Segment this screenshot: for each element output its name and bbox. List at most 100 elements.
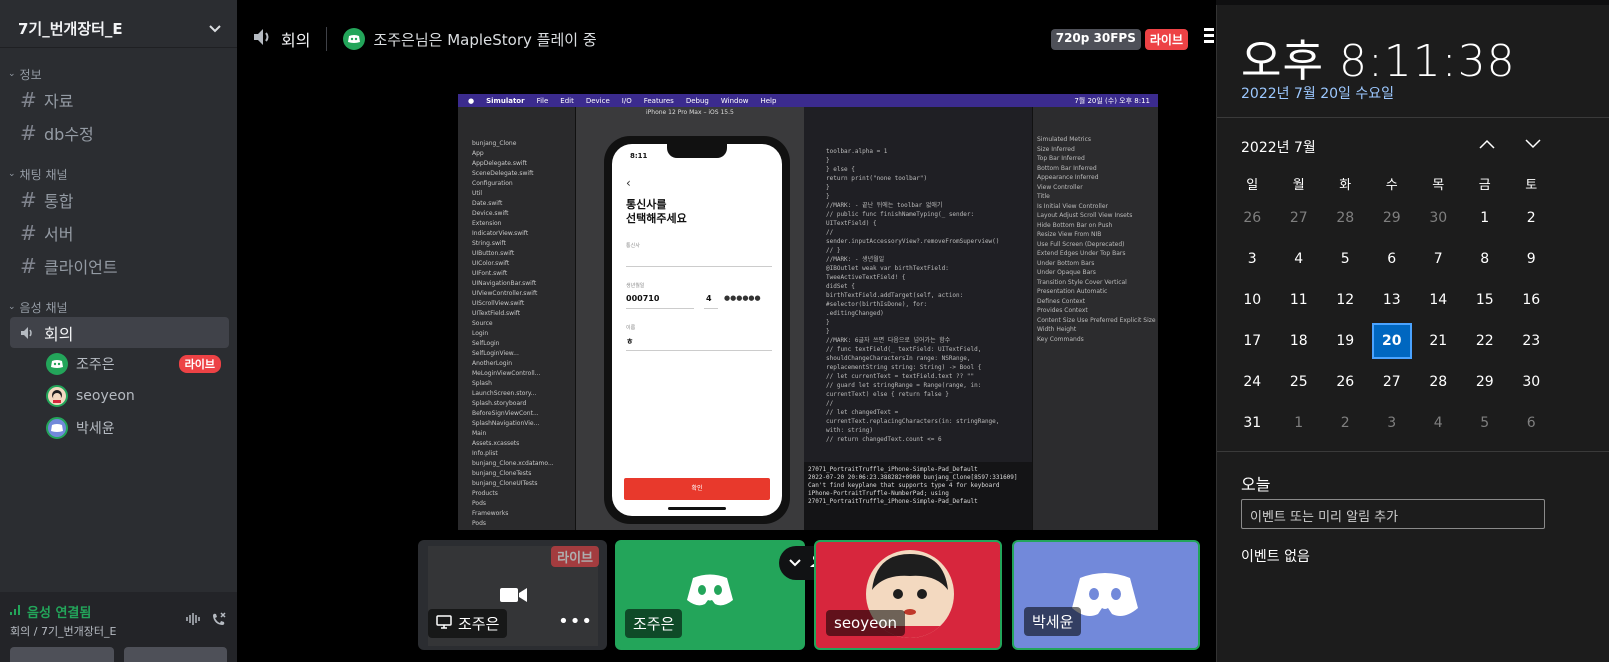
noise-suppression-icon[interactable]: [185, 612, 201, 630]
calendar-day[interactable]: 1: [1462, 197, 1509, 238]
calendar-day[interactable]: 14: [1415, 279, 1462, 320]
voice-status[interactable]: 음성 연결됨: [10, 602, 117, 621]
inspector-line: Layout Adjust Scroll View Insets: [1037, 212, 1133, 219]
calendar-day[interactable]: 9: [1508, 238, 1555, 279]
name-underline: [626, 350, 772, 351]
disconnect-icon[interactable]: [211, 611, 227, 630]
chevron-down-icon[interactable]: [209, 21, 221, 37]
navigator-item: UINavigationBar.swift: [472, 280, 537, 287]
calendar-day[interactable]: 23: [1508, 320, 1555, 361]
live-badge: 라이브: [551, 546, 599, 567]
calendar-day[interactable]: 27: [1276, 197, 1323, 238]
month-title[interactable]: 2022년 7월: [1241, 137, 1316, 157]
participant-tile-stream[interactable]: 라이브 조주은 •••: [418, 540, 607, 650]
calendar-day[interactable]: 18: [1276, 320, 1323, 361]
calendar-day[interactable]: 17: [1229, 320, 1276, 361]
video-button[interactable]: [10, 647, 114, 662]
calendar-day[interactable]: 15: [1462, 279, 1509, 320]
calendar-day[interactable]: 11: [1276, 279, 1323, 320]
voice-user-0[interactable]: 조주은 라이브: [46, 348, 237, 380]
calendar-week: 3456789: [1229, 238, 1601, 279]
next-month-icon[interactable]: [1525, 133, 1541, 154]
add-event-input[interactable]: 이벤트 또는 미리 알림 추가: [1241, 499, 1545, 529]
calendar-day[interactable]: 2: [1508, 197, 1555, 238]
code-line: // return changedText.count <= 6: [826, 436, 942, 443]
calendar-day[interactable]: 31: [1229, 402, 1276, 443]
calendar-day[interactable]: 4: [1415, 402, 1462, 443]
calendar-day[interactable]: 8: [1462, 238, 1509, 279]
navigator-item: Assets.xcassets: [472, 440, 520, 447]
screen-share-button[interactable]: [123, 647, 227, 662]
calendar-day[interactable]: 27: [1369, 361, 1416, 402]
calendar-day[interactable]: 30: [1415, 197, 1462, 238]
clock-date-link[interactable]: 2022년 7월 20일 수요일: [1241, 83, 1394, 103]
carrier-underline: [626, 266, 772, 267]
category-chat[interactable]: ⌄ 채팅 채널: [0, 166, 237, 182]
navigator-item: Extension: [472, 220, 502, 227]
no-events-text: 이벤트 없음: [1241, 549, 1310, 565]
calendar-day[interactable]: 21: [1415, 320, 1462, 361]
calendar-day[interactable]: 28: [1415, 361, 1462, 402]
navigator-item: SplashNavigationVie...: [472, 420, 540, 427]
simulator-title: iPhone 12 Pro Max – iOS 15.5: [646, 109, 734, 116]
more-icon[interactable]: •••: [558, 611, 593, 632]
category-info[interactable]: ⌄ 정보: [0, 66, 237, 82]
calendar-day[interactable]: 26: [1229, 197, 1276, 238]
calendar-day[interactable]: 16: [1508, 279, 1555, 320]
participant-tile-2[interactable]: seoyeon: [814, 540, 1002, 650]
calendar-day[interactable]: 7: [1415, 238, 1462, 279]
calendar-day[interactable]: 5: [1462, 402, 1509, 443]
previous-month-icon[interactable]: [1479, 133, 1495, 154]
name-label: 이름: [626, 325, 636, 331]
calendar-day[interactable]: 5: [1322, 238, 1369, 279]
inspector-line: Defines Context: [1037, 297, 1086, 305]
navigator-item: IndicatorView.swift: [472, 230, 529, 237]
channel-item-1[interactable]: # db수정: [10, 117, 229, 148]
calendar-day[interactable]: 4: [1276, 238, 1323, 279]
calendar-day[interactable]: 19: [1322, 320, 1369, 361]
channel-label: db수정: [44, 124, 94, 144]
calendar-day[interactable]: 13: [1369, 279, 1416, 320]
birth-label: 생년월일: [626, 283, 645, 289]
category-voice[interactable]: ⌄ 음성 채널: [0, 299, 237, 315]
participant-tile-1[interactable]: 조주은: [615, 540, 805, 650]
calendar-day[interactable]: 22: [1462, 320, 1509, 361]
calendar-day[interactable]: 26: [1322, 361, 1369, 402]
calendar-day[interactable]: 29: [1369, 197, 1416, 238]
calendar-day[interactable]: 12: [1322, 279, 1369, 320]
calendar-day[interactable]: 25: [1276, 361, 1323, 402]
channel-item-3[interactable]: # 서버: [10, 217, 229, 248]
calendar-day[interactable]: 2: [1322, 402, 1369, 443]
channel-item-2[interactable]: # 통합: [10, 184, 229, 215]
calendar-day[interactable]: 28: [1322, 197, 1369, 238]
server-header[interactable]: 7기_번개장터_E: [0, 10, 237, 48]
calendar-day[interactable]: 3: [1369, 402, 1416, 443]
tile-name: seoyeon: [826, 610, 906, 636]
calendar-day[interactable]: 24: [1229, 361, 1276, 402]
calendar-day[interactable]: 1: [1276, 402, 1323, 443]
channel-label: 자료: [44, 91, 74, 111]
inspector-line: Provides Context: [1037, 307, 1088, 314]
calendar-day[interactable]: 10: [1229, 279, 1276, 320]
navigator-item: UIButton.swift: [472, 250, 515, 257]
voice-channel-item[interactable]: 회의: [10, 317, 229, 348]
calendar-day-today[interactable]: 20: [1369, 320, 1416, 361]
inspector-line: Bottom Bar Inferred: [1037, 164, 1097, 172]
calendar-day[interactable]: 6: [1369, 238, 1416, 279]
phone-title: 통신사를 선택해주세요: [626, 198, 687, 225]
calendar-grid: 일 월 화 수 목 금 토 26 27 28 29 30 1 2 3 4 5 6 7 8 9 10 11 12 1…: [1229, 169, 1601, 443]
channel-item-0[interactable]: # 자료: [10, 84, 229, 115]
hash-icon: #: [20, 187, 37, 212]
chevron-icon: ⌄: [8, 302, 16, 312]
grid-icon[interactable]: [1204, 28, 1214, 44]
voice-user-1[interactable]: seoyeon: [46, 380, 237, 412]
app-root: 7기_번개장터_E ⌄ 정보 # 자료 # db수정 ⌄ 채팅 채널 # 통합 # 서버 #…: [0, 0, 1609, 662]
calendar-day[interactable]: 30: [1508, 361, 1555, 402]
channel-item-4[interactable]: # 클라이언트: [10, 250, 229, 281]
calendar-day[interactable]: 3: [1229, 238, 1276, 279]
screen-share-view[interactable]: ● Simulator File Edit Device I/O Feature…: [458, 94, 1158, 530]
voice-user-2[interactable]: 박세윤: [46, 412, 237, 444]
participant-tile-3[interactable]: 박세윤: [1012, 540, 1200, 650]
calendar-day[interactable]: 6: [1508, 402, 1555, 443]
calendar-day[interactable]: 29: [1462, 361, 1509, 402]
